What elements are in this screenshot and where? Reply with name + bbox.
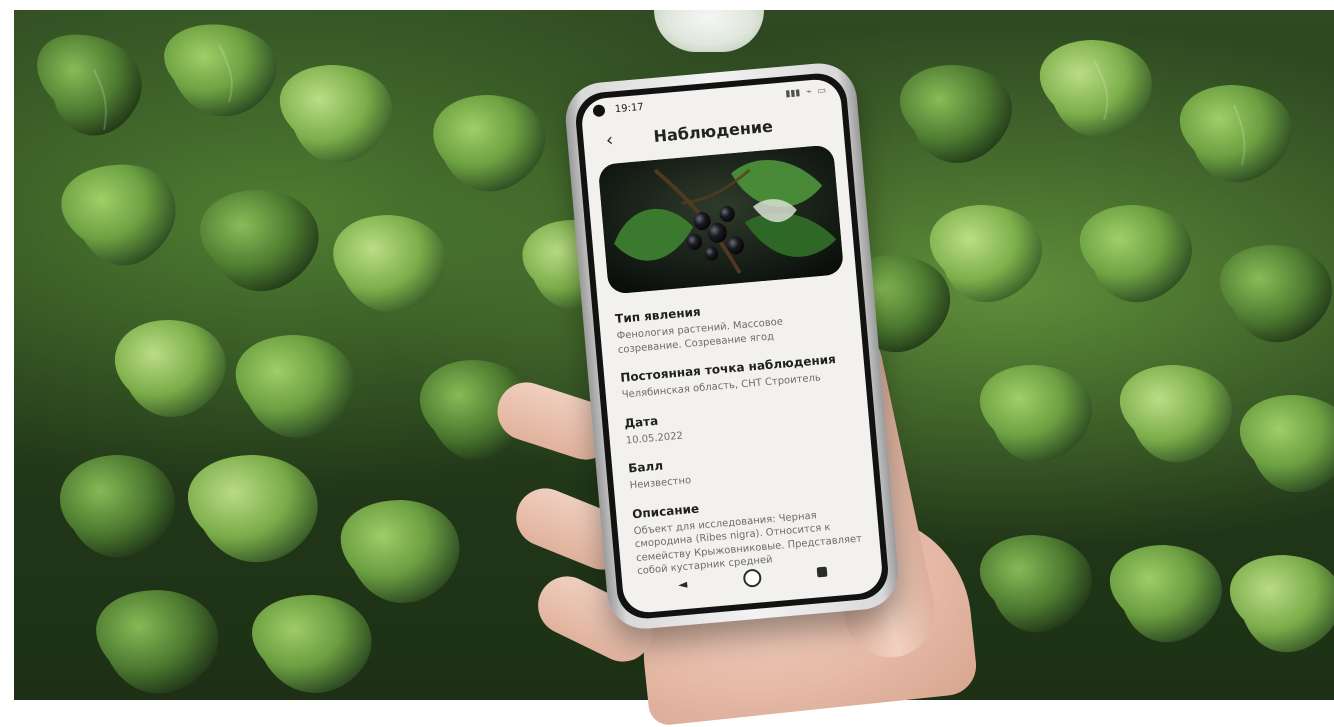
chevron-left-icon: ‹	[605, 129, 615, 151]
leaf-shape	[164, 24, 277, 117]
square-recent-icon	[816, 566, 828, 578]
wifi-icon: ⌁	[805, 87, 813, 98]
leaf-shape	[1239, 395, 1334, 493]
leaf-shape	[1179, 85, 1292, 183]
nav-recent-button[interactable]	[808, 558, 836, 586]
leaf-shape	[979, 535, 1092, 633]
circle-home-icon	[742, 568, 763, 588]
leaf-shape	[333, 215, 446, 313]
leaf-shape	[279, 65, 392, 163]
front-camera	[592, 104, 606, 118]
phone-screen: 19:17 ▮▮▮ ⌁ ▭ ‹ Наблюдение Тип явления Ф…	[573, 71, 891, 621]
status-time: 19:17	[614, 101, 645, 115]
triangle-left-icon: ◄	[677, 576, 688, 592]
leaf-shape	[1219, 245, 1332, 343]
leaf-shape	[200, 190, 319, 292]
leaf-shape	[188, 455, 318, 563]
leaf-shape	[979, 365, 1092, 463]
leaf-shape	[1079, 205, 1192, 303]
leaf-shape	[899, 65, 1012, 163]
observation-screen: 19:17 ▮▮▮ ⌁ ▭ ‹ Наблюдение Тип явления Ф…	[580, 77, 884, 615]
berries-photo	[597, 144, 845, 295]
leaf-shape	[252, 595, 372, 693]
nav-back-button[interactable]: ◄	[668, 570, 696, 598]
leaf-shape	[114, 320, 226, 417]
nav-home-button[interactable]	[738, 564, 766, 592]
signal-icon: ▮▮▮	[785, 88, 801, 100]
leaf-shape	[37, 34, 142, 136]
back-button[interactable]: ‹	[594, 125, 624, 155]
leaf-shape	[96, 590, 219, 694]
battery-icon: ▭	[817, 85, 827, 97]
status-icons: ▮▮▮ ⌁ ▭	[785, 86, 827, 100]
leaf-shape	[1119, 365, 1232, 463]
leaf-shape	[61, 164, 176, 266]
leaf-shape	[235, 335, 355, 438]
leaf-shape	[1109, 545, 1222, 643]
smartphone: 19:17 ▮▮▮ ⌁ ▭ ‹ Наблюдение Тип явления Ф…	[562, 60, 902, 632]
leaf-shape	[1229, 555, 1334, 653]
leaf-shape	[60, 455, 176, 558]
leaf-shape	[1039, 40, 1152, 137]
observation-photo[interactable]	[597, 144, 845, 295]
leaf-shape	[340, 500, 460, 603]
leaf-shape	[433, 95, 546, 192]
status-left: 19:17	[592, 101, 645, 118]
